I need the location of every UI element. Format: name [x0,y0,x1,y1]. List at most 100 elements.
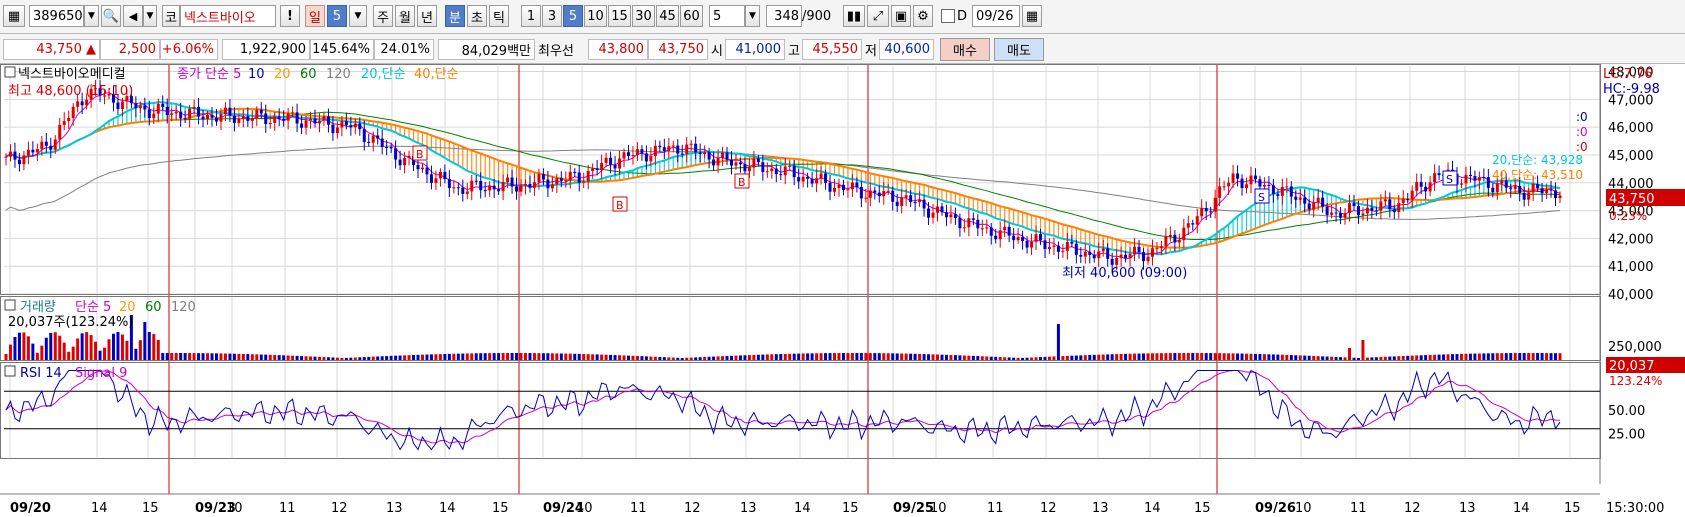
period-tick-button[interactable]: 틱 [489,5,509,27]
candle-body [868,190,872,198]
interval-button-10[interactable]: 10 [584,5,607,27]
calendar-icon[interactable]: ▦ [1022,5,1042,27]
candle-body [1545,189,1549,194]
volume-bar [949,354,953,360]
interval-button-15[interactable]: 15 [608,5,631,27]
search-icon[interactable]: 🔍 [101,5,121,27]
candle-body [264,113,268,124]
price-legend-item: 종가 단순 5 [177,67,241,82]
interval-button-3[interactable]: 3 [542,5,562,27]
period-year-button[interactable]: 년 [417,5,437,27]
candle-body [1294,196,1298,200]
y-tick-label: 40,000 [1608,288,1654,303]
period-second-button[interactable]: 초 [467,5,487,27]
period-day-button[interactable]: 일 [305,5,325,27]
volume-bar [488,353,492,360]
count-value-field[interactable]: 348 [766,5,802,27]
candle-body [1043,240,1047,250]
speaker-dropdown-icon[interactable]: ▼ [143,5,157,27]
candle-body [286,113,290,121]
stock-code-input[interactable]: 389650 [29,5,84,27]
volume-bar [667,357,671,360]
chart-menu-icon[interactable]: ▦ [3,5,25,27]
period-week-button[interactable]: 주 [373,5,393,27]
sell-button[interactable]: 매도 [994,38,1044,61]
candle-body [1491,187,1495,193]
interval-button-60[interactable]: 60 [680,5,703,27]
last-volume-tag: 20,037 [1609,359,1655,374]
candle-body [980,228,984,230]
period-num-field[interactable]: 5 [327,5,347,27]
chart-canvas[interactable]: BBBSS 09/20 14 15 09/2310 11 12 13 14 15 09/2410 1… [0,64,1685,517]
candle-body [394,148,398,160]
candle-body [694,143,698,153]
code-dropdown-icon[interactable]: ▼ [84,5,99,27]
indicator-icon[interactable]: ▮▮ [843,5,865,27]
date-input[interactable]: 09/26 [972,5,1020,27]
volume-bar [559,353,563,360]
current-price-value: 43,750 [36,42,82,57]
candle-body [1003,226,1007,231]
interval-button-5[interactable]: 5 [563,5,583,27]
volume-legend-item: 20 [119,300,136,315]
count-dropdown-icon[interactable]: ▼ [745,5,760,27]
volume-bar [22,332,26,360]
stock-name-field[interactable]: 넥스트바이오 [180,5,276,27]
candle-body [1155,247,1159,249]
chart-area[interactable]: BBBSS 09/20 14 15 09/23 10 11 12 13 14 15 09/24 10 1… [0,64,1685,517]
price-legend-item: 20,단순 [361,67,406,82]
volume-bar [210,353,214,360]
interval-button-1[interactable]: 1 [521,5,541,27]
buy-button[interactable]: 매수 [940,38,990,61]
candle-body [295,112,299,124]
period-dropdown-icon[interactable]: ▼ [349,5,367,27]
date-checkbox[interactable]: D [941,5,967,27]
volume-bar [653,356,657,360]
candle-body [1437,173,1441,176]
speaker-icon[interactable]: ◀ [123,5,143,27]
interval-button-30[interactable]: 30 [632,5,655,27]
candle-body [1231,173,1235,183]
candle-body [1034,234,1038,242]
volume-bar [300,356,304,360]
volume-bar [900,353,904,360]
high-label: 고 [788,44,800,59]
volume-bar [658,356,662,360]
volume-bar [456,353,460,360]
candle-body [1007,226,1011,236]
volume-bar [143,322,147,360]
drawing-tool-icon[interactable]: ⤢ [867,5,889,27]
interval-button-45[interactable]: 45 [656,5,679,27]
volume-bar [510,353,514,360]
candle-body [644,153,648,162]
period-month-button[interactable]: 월 [395,5,415,27]
volume-bar [76,338,80,360]
candle-body [317,120,321,124]
volume-bar [1173,353,1177,360]
volume-bar [1236,353,1240,360]
volume-bar [58,335,62,360]
candle-body [1339,213,1343,218]
save-icon[interactable]: ▣ [891,5,911,27]
alert-button[interactable]: ! [280,5,300,27]
settings-gear-icon[interactable]: ⚙ [913,5,933,27]
checkbox-box[interactable] [941,9,955,23]
candle-body [1383,199,1387,202]
volume-bar [98,350,102,360]
candle-body [62,121,66,125]
volume-bar [680,357,684,360]
candle-body [420,167,424,170]
volume-bar [994,356,998,360]
candle-body [747,167,751,172]
candle-body [882,191,886,197]
volume-bar [161,353,165,360]
count-select[interactable]: 5 [709,5,745,27]
candle-body [335,127,339,134]
volume-bar [214,353,218,360]
candle-body [1379,201,1383,211]
x-tick-label: 13 [1459,501,1476,516]
candle-body [1558,195,1562,199]
candle-body [806,176,810,179]
period-minute-button[interactable]: 분 [445,5,465,27]
candle-body [985,227,989,229]
